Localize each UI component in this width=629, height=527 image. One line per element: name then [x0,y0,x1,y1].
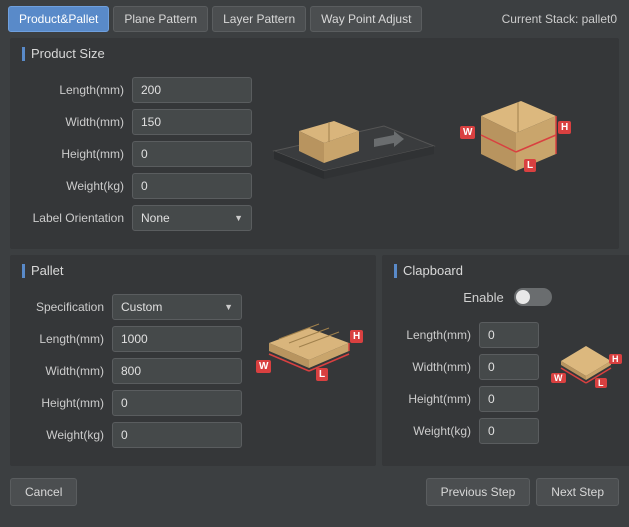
next-step-button[interactable]: Next Step [536,478,619,506]
chevron-down-icon: ▼ [224,302,233,312]
pallet-title: Pallet [22,263,364,278]
tab-plane-pattern[interactable]: Plane Pattern [113,6,208,32]
clapboard-enable-toggle[interactable] [514,288,552,306]
product-size-title: Product Size [22,46,607,61]
tab-product-pallet[interactable]: Product&Pallet [8,6,109,32]
pallet-weight-label: Weight(kg) [22,428,112,442]
clapboard-width-input[interactable] [479,354,539,380]
pallet-width-input[interactable] [112,358,242,384]
product-height-input[interactable] [132,141,252,167]
dim-h-tag: H [350,330,363,343]
product-length-label: Length(mm) [22,83,132,97]
product-weight-label: Weight(kg) [22,179,132,193]
pallet-weight-input[interactable] [112,422,242,448]
product-size-panel: Product Size Length(mm) Width(mm) Height… [10,38,619,249]
product-weight-input[interactable] [132,173,252,199]
cancel-button[interactable]: Cancel [10,478,77,506]
footer: Cancel Previous Step Next Step [0,472,629,512]
clapboard-height-input[interactable] [479,386,539,412]
product-orientation-label: Label Orientation [22,211,132,225]
product-orientation-select[interactable]: None ▼ [132,205,252,231]
clapboard-length-label: Length(mm) [394,328,479,342]
conveyor-box-icon [264,71,444,237]
dim-h-tag: H [558,121,571,134]
product-width-label: Width(mm) [22,115,132,129]
pallet-length-label: Length(mm) [22,332,112,346]
pallet-dimensions-icon: W L H [254,288,364,454]
top-bar: Product&Pallet Plane Pattern Layer Patte… [0,0,629,38]
clapboard-weight-input[interactable] [479,418,539,444]
dim-l-tag: L [316,368,328,381]
chevron-down-icon: ▼ [234,213,243,223]
product-dimensions-icon: W L H [456,71,576,237]
product-height-label: Height(mm) [22,147,132,161]
previous-step-button[interactable]: Previous Step [426,478,531,506]
pallet-spec-select[interactable]: Custom ▼ [112,294,242,320]
clapboard-title: Clapboard [394,263,621,278]
dim-w-tag: W [460,126,475,139]
clapboard-dimensions-icon: W L H [551,316,621,450]
dim-w-tag: W [256,360,271,373]
dim-h-tag: H [609,354,622,364]
clapboard-length-input[interactable] [479,322,539,348]
clapboard-height-label: Height(mm) [394,392,479,406]
tab-waypoint-adjust[interactable]: Way Point Adjust [310,6,422,32]
clapboard-width-label: Width(mm) [394,360,479,374]
product-width-input[interactable] [132,109,252,135]
dim-l-tag: L [595,378,607,388]
pallet-width-label: Width(mm) [22,364,112,378]
pallet-panel: Pallet Specification Custom ▼ Length(mm) [10,255,376,466]
pallet-height-label: Height(mm) [22,396,112,410]
tab-layer-pattern[interactable]: Layer Pattern [212,6,306,32]
pallet-spec-label: Specification [22,300,112,314]
dim-l-tag: L [524,159,536,172]
dim-w-tag: W [551,373,566,383]
product-length-input[interactable] [132,77,252,103]
pallet-length-input[interactable] [112,326,242,352]
pallet-height-input[interactable] [112,390,242,416]
clapboard-weight-label: Weight(kg) [394,424,479,438]
clapboard-enable-label: Enable [463,290,503,305]
current-stack-label: Current Stack: pallet0 [502,12,621,26]
clapboard-panel: Clapboard Enable Length(mm) Width(mm) [382,255,629,466]
